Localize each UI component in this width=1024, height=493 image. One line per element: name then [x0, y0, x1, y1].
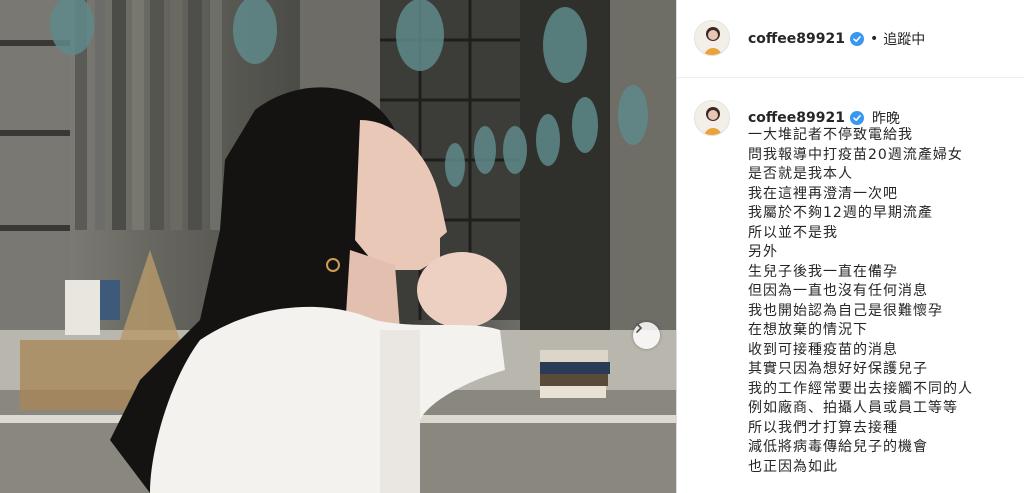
profile-photo-icon	[695, 101, 729, 135]
caption-username[interactable]: coffee89921	[748, 110, 845, 126]
caption-line: 我的工作經常要出去接觸不同的人	[748, 380, 973, 397]
caption-line: 減低將病毒傳給兒子的機會	[748, 439, 928, 455]
caption-line: 另外	[748, 244, 778, 260]
caption-text: 一大堆記者不停致電給我 問我報導中打疫苗20週流產婦女 是否就是我本人 我在這裡…	[748, 126, 973, 477]
caption-line: 收到可接種疫苗的消息	[748, 341, 898, 358]
caption-line: 我屬於不夠12週的早期流產	[748, 205, 933, 221]
profile-photo-icon	[695, 21, 729, 55]
header-user-line: coffee89921 • 追蹤中	[748, 29, 925, 49]
post-header: coffee89921 • 追蹤中	[677, 0, 1024, 78]
separator-dot: •	[869, 31, 879, 47]
caption-line: 例如廠商、拍攝人員或員工等等	[748, 400, 958, 416]
caption-line: 我在這裡再澄清一次吧	[748, 185, 898, 202]
caption-line: 也正因為如此	[748, 458, 838, 475]
chevron-right-icon	[636, 323, 642, 333]
caption-header: coffee89921 昨晚	[748, 108, 900, 128]
next-photo-button[interactable]	[633, 322, 660, 349]
caption-line: 生兒子後我一直在備孕	[748, 263, 898, 280]
following-button[interactable]: 追蹤中	[883, 29, 925, 49]
caption-line: 所以我們才打算去接種	[748, 419, 898, 436]
avatar[interactable]	[694, 20, 730, 56]
caption-line: 是否就是我本人	[748, 166, 853, 182]
caption-line: 一大堆記者不停致電給我	[748, 127, 913, 143]
post-side-panel: coffee89921 • 追蹤中 coffee89921 昨晚 一大堆記者不停…	[676, 0, 1024, 493]
caption-line: 在想放棄的情況下	[748, 322, 868, 338]
post-time[interactable]: 昨晚	[872, 108, 900, 128]
header-username[interactable]: coffee89921	[748, 31, 845, 47]
caption-line: 問我報導中打疫苗20週流產婦女	[748, 146, 963, 163]
caption-line: 其實只因為想好好保護兒子	[748, 361, 928, 377]
caption-line: 我也開始認為自己是很難懷孕	[748, 302, 943, 319]
verified-badge-icon	[849, 111, 864, 125]
caption-line: 但因為一直也沒有任何消息	[748, 283, 928, 299]
caption-line: 所以並不是我	[748, 224, 838, 241]
verified-badge-icon	[849, 32, 864, 46]
post-photo[interactable]	[0, 0, 676, 493]
cafe-scene-image	[0, 0, 676, 493]
caption-avatar[interactable]	[694, 100, 730, 136]
